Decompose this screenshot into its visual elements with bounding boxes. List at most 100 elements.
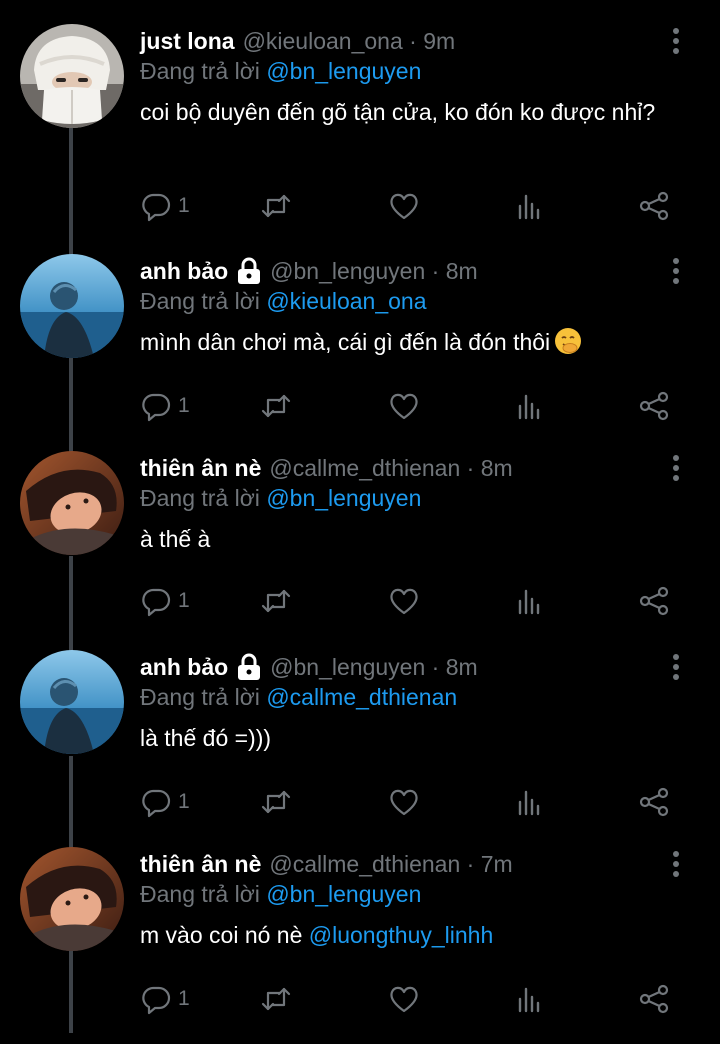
replying-to: Đang trả lời @bn_lenguyen bbox=[140, 485, 421, 512]
handle-and-time[interactable]: @kieuloan_ona · 9m bbox=[243, 28, 456, 55]
reply-to-mention[interactable]: @bn_lenguyen bbox=[266, 881, 421, 907]
avatar[interactable] bbox=[20, 24, 124, 128]
retweet-icon bbox=[260, 983, 292, 1015]
reply-prefix: Đang trả lời bbox=[140, 881, 260, 907]
analytics-button[interactable] bbox=[514, 386, 546, 426]
like-button[interactable] bbox=[388, 979, 420, 1019]
user-handle[interactable]: @kieuloan_ona bbox=[243, 28, 403, 54]
tweet-header: just lona @kieuloan_ona · 9m bbox=[140, 24, 455, 58]
tweet-header: anh bảo @bn_lenguyen · 8m bbox=[140, 254, 478, 288]
tweet-header: thiên ân nè @callme_dthienan · 8m bbox=[140, 451, 513, 485]
share-button[interactable] bbox=[638, 186, 670, 226]
handle-and-time[interactable]: @callme_dthienan · 7m bbox=[269, 851, 512, 878]
share-button[interactable] bbox=[638, 979, 670, 1019]
display-name[interactable]: anh bảo bbox=[140, 654, 228, 681]
tweet-text: à thế à bbox=[140, 523, 680, 555]
display-name[interactable]: thiên ân nè bbox=[140, 851, 261, 878]
reply-icon bbox=[140, 390, 172, 422]
analytics-button[interactable] bbox=[514, 979, 546, 1019]
tweet-time: 8m bbox=[445, 257, 478, 284]
reply-button[interactable]: 1 bbox=[140, 979, 190, 1019]
reply-count: 1 bbox=[178, 790, 190, 813]
avatar[interactable] bbox=[20, 254, 124, 358]
reply-prefix: Đang trả lời bbox=[140, 684, 260, 710]
analytics-button[interactable] bbox=[514, 782, 546, 822]
retweet-button[interactable] bbox=[260, 186, 292, 226]
display-name[interactable]: anh bảo bbox=[140, 258, 228, 285]
like-button[interactable] bbox=[388, 782, 420, 822]
avatar[interactable] bbox=[20, 650, 124, 754]
reply-button[interactable]: 1 bbox=[140, 186, 190, 226]
tweet-text-content: mình dân chơi mà, cái gì đến là đón thôi bbox=[140, 329, 551, 355]
share-button[interactable] bbox=[638, 581, 670, 621]
like-button[interactable] bbox=[388, 186, 420, 226]
more-vertical-icon[interactable] bbox=[664, 24, 688, 58]
tweet[interactable]: anh bảo @bn_lenguyen · 8m Đang trả lời @… bbox=[0, 254, 720, 451]
more-vertical-icon[interactable] bbox=[664, 650, 688, 684]
share-button[interactable] bbox=[638, 386, 670, 426]
user-handle[interactable]: @callme_dthienan bbox=[269, 455, 460, 481]
retweet-icon bbox=[260, 190, 292, 222]
more-vertical-icon[interactable] bbox=[664, 451, 688, 485]
reply-button[interactable]: 1 bbox=[140, 581, 190, 621]
tweet-actions: 1 bbox=[140, 186, 720, 226]
tweet[interactable]: just lona @kieuloan_ona · 9m Đang trả lờ… bbox=[0, 24, 720, 222]
analytics-button[interactable] bbox=[514, 581, 546, 621]
display-name[interactable]: thiên ân nè bbox=[140, 455, 261, 482]
tweet-text: coi bộ duyên đến gõ tận cửa, ko đón ko đ… bbox=[140, 96, 680, 128]
reply-prefix: Đang trả lời bbox=[140, 58, 260, 84]
display-name[interactable]: just lona bbox=[140, 28, 235, 55]
lock-icon bbox=[236, 653, 262, 681]
reply-prefix: Đang trả lời bbox=[140, 485, 260, 511]
tweet[interactable]: anh bảo @bn_lenguyen · 8m Đang trả lời @… bbox=[0, 650, 720, 847]
user-handle[interactable]: @callme_dthienan bbox=[269, 851, 460, 877]
tweet[interactable]: thiên ân nè @callme_dthienan · 8m Đang t… bbox=[0, 451, 720, 648]
tweet-time: 9m bbox=[423, 27, 456, 54]
like-icon bbox=[388, 786, 420, 818]
reply-count: 1 bbox=[178, 194, 190, 217]
tweet-text-content: m vào coi nó nè bbox=[140, 922, 309, 948]
reply-prefix: Đang trả lời bbox=[140, 288, 260, 314]
retweet-button[interactable] bbox=[260, 581, 292, 621]
handle-and-time[interactable]: @callme_dthienan · 8m bbox=[269, 455, 512, 482]
avatar[interactable] bbox=[20, 451, 124, 555]
tweet-time: 8m bbox=[480, 454, 513, 481]
share-icon bbox=[638, 585, 670, 617]
more-vertical-icon[interactable] bbox=[664, 847, 688, 881]
tweet-text: m vào coi nó nè @luongthuy_linhh bbox=[140, 919, 680, 951]
reply-to-mention[interactable]: @bn_lenguyen bbox=[266, 485, 421, 511]
hand-over-mouth-emoji bbox=[554, 327, 582, 355]
analytics-button[interactable] bbox=[514, 186, 546, 226]
replying-to: Đang trả lời @bn_lenguyen bbox=[140, 58, 421, 85]
reply-button[interactable]: 1 bbox=[140, 782, 190, 822]
handle-and-time[interactable]: @bn_lenguyen · 8m bbox=[270, 654, 478, 681]
reply-button[interactable]: 1 bbox=[140, 386, 190, 426]
tweet-header: thiên ân nè @callme_dthienan · 7m bbox=[140, 847, 513, 881]
like-icon bbox=[388, 983, 420, 1015]
tweet-text: là thế đó =))) bbox=[140, 722, 680, 754]
reply-to-mention[interactable]: @callme_dthienan bbox=[266, 684, 457, 710]
tweet-actions: 1 bbox=[140, 581, 720, 621]
retweet-button[interactable] bbox=[260, 386, 292, 426]
tweet-time: 8m bbox=[445, 653, 478, 680]
retweet-button[interactable] bbox=[260, 782, 292, 822]
like-button[interactable] bbox=[388, 386, 420, 426]
more-vertical-icon[interactable] bbox=[664, 254, 688, 288]
like-button[interactable] bbox=[388, 581, 420, 621]
reply-to-mention[interactable]: @bn_lenguyen bbox=[266, 58, 421, 84]
replying-to: Đang trả lời @bn_lenguyen bbox=[140, 881, 421, 908]
avatar[interactable] bbox=[20, 847, 124, 951]
reply-to-mention[interactable]: @kieuloan_ona bbox=[266, 288, 426, 314]
text-mention[interactable]: @luongthuy_linhh bbox=[309, 922, 493, 948]
reply-count: 1 bbox=[178, 394, 190, 417]
lock-icon bbox=[236, 257, 262, 285]
reply-count: 1 bbox=[178, 987, 190, 1010]
share-button[interactable] bbox=[638, 782, 670, 822]
tweet-text-content: coi bộ duyên đến gõ tận cửa, ko đón ko đ… bbox=[140, 99, 656, 125]
tweet[interactable]: thiên ân nè @callme_dthienan · 7m Đang t… bbox=[0, 847, 720, 1044]
handle-and-time[interactable]: @bn_lenguyen · 8m bbox=[270, 258, 478, 285]
replying-to: Đang trả lời @callme_dthienan bbox=[140, 684, 457, 711]
retweet-button[interactable] bbox=[260, 979, 292, 1019]
user-handle[interactable]: @bn_lenguyen bbox=[270, 258, 425, 284]
user-handle[interactable]: @bn_lenguyen bbox=[270, 654, 425, 680]
